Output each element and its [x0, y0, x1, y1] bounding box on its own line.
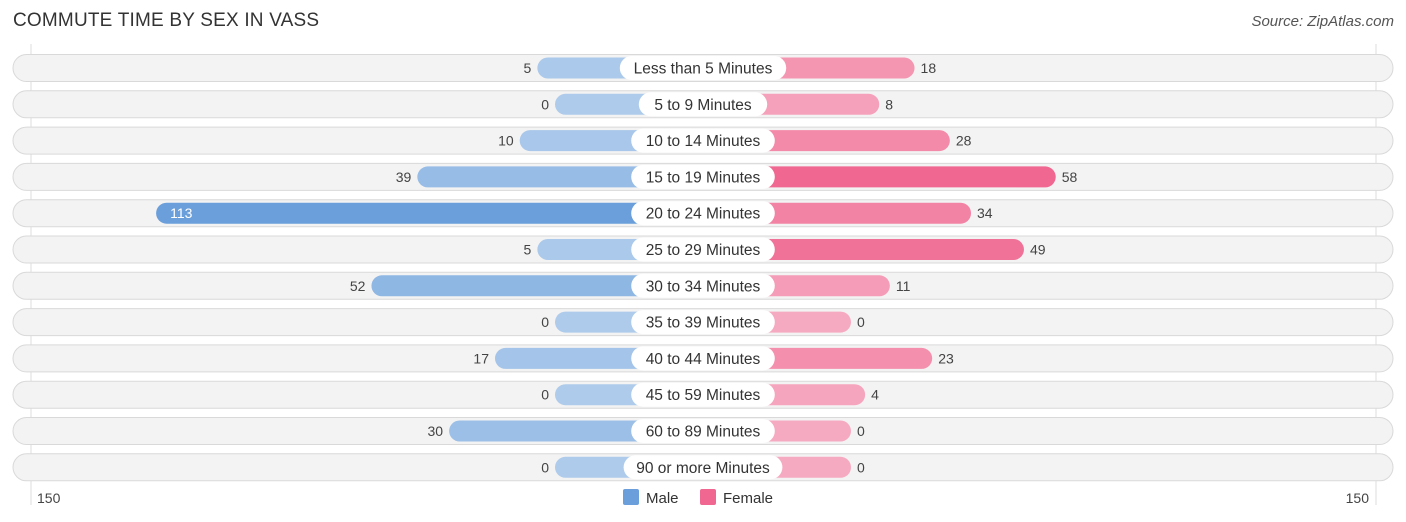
category-label: 5 to 9 Minutes	[654, 97, 752, 114]
female-value-label: 49	[1030, 242, 1046, 258]
female-value-label: 28	[956, 133, 972, 149]
category-label: 90 or more Minutes	[636, 460, 770, 477]
female-value-label: 0	[857, 314, 865, 330]
female-value-label: 18	[921, 60, 937, 76]
category-label: 35 to 39 Minutes	[646, 315, 761, 332]
male-value-label: 0	[541, 459, 549, 475]
category-label: 60 to 89 Minutes	[646, 424, 761, 441]
female-value-label: 23	[938, 350, 954, 366]
category-label: 40 to 44 Minutes	[646, 351, 761, 368]
axis-label-right: 150	[1346, 490, 1370, 506]
male-value-label: 5	[524, 60, 532, 76]
category-label: 25 to 29 Minutes	[646, 242, 761, 259]
male-value-label: 0	[541, 96, 549, 112]
category-label: 15 to 19 Minutes	[646, 169, 761, 186]
female-value-label: 8	[885, 96, 893, 112]
female-value-label: 34	[977, 205, 993, 221]
category-label: 20 to 24 Minutes	[646, 206, 761, 223]
male-value-label: 0	[541, 314, 549, 330]
chart-container: COMMUTE TIME BY SEX IN VASS Source: ZipA…	[0, 0, 1406, 522]
female-value-label: 4	[871, 387, 879, 403]
female-value-label: 58	[1062, 169, 1078, 185]
female-value-label: 0	[857, 459, 865, 475]
male-value-label: 17	[473, 350, 489, 366]
male-value-label: 39	[396, 169, 412, 185]
category-label: 30 to 34 Minutes	[646, 278, 761, 295]
female-value-label: 0	[857, 423, 865, 439]
category-label: 45 to 59 Minutes	[646, 387, 761, 404]
axis-label-left: 150	[37, 490, 61, 506]
legend-swatch-male	[623, 489, 639, 505]
chart-svg: Less than 5 Minutes 5 18 5 to 9 Minutes 0 8 10…	[12, 44, 1394, 507]
male-value-label: 113	[170, 205, 193, 221]
male-value-label: 10	[498, 133, 514, 149]
male-bar	[156, 202, 704, 224]
male-value-label: 52	[350, 278, 366, 294]
legend-label-male: Male	[646, 490, 679, 507]
female-value-label: 11	[896, 278, 911, 294]
legend-swatch-female	[700, 489, 716, 505]
male-value-label: 30	[428, 423, 444, 439]
category-label: 10 to 14 Minutes	[646, 133, 761, 150]
male-value-label: 5	[524, 242, 532, 258]
legend-label-female: Female	[723, 490, 773, 507]
male-value-label: 0	[541, 387, 549, 403]
category-label: Less than 5 Minutes	[634, 61, 773, 78]
